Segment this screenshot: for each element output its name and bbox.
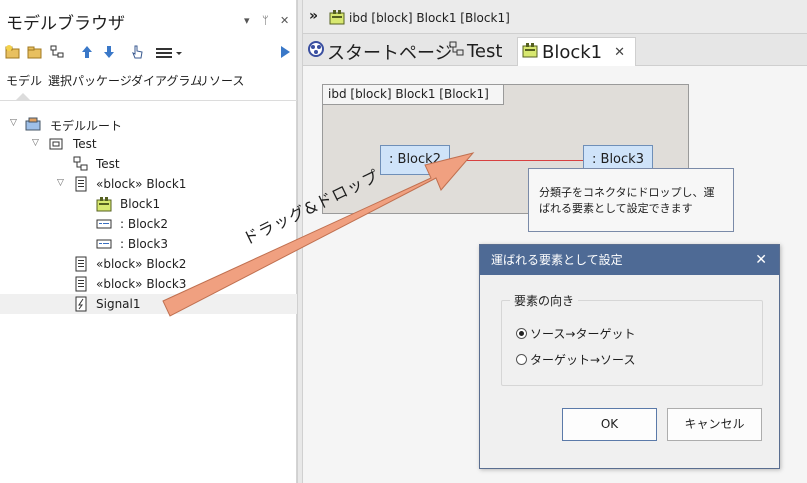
tree-item-label: モデルルート	[50, 119, 123, 133]
tab-label: Block1	[542, 42, 603, 63]
start-page-icon	[307, 40, 325, 63]
divider	[0, 100, 297, 101]
frame-label: ibd [block] Block1 [Block1]	[323, 85, 504, 105]
tree-item-block2[interactable]: «block» Block2	[0, 254, 297, 274]
package-icon	[48, 136, 64, 152]
browser-toolbar	[4, 42, 294, 64]
folder-icon[interactable]	[26, 42, 44, 62]
expand-toggle-icon[interactable]: ▽	[57, 178, 64, 188]
active-tab-indicator	[16, 93, 30, 100]
tab-block1[interactable]: Block1 ✕	[517, 37, 637, 67]
group-label: 要素の向き	[510, 292, 579, 309]
tab-diagram[interactable]: ダイアグラム	[131, 72, 202, 89]
block-icon	[73, 176, 89, 192]
tab-label: スタートページ	[327, 42, 453, 64]
radio-button[interactable]	[516, 353, 527, 365]
panel-title: モデルブラウザ	[6, 14, 125, 34]
locate-icon[interactable]	[128, 42, 146, 62]
tree-item-label: Block1	[120, 197, 161, 211]
close-icon[interactable]: ✕	[755, 245, 767, 275]
dialog-title: 運ばれる要素として設定	[480, 245, 779, 275]
tab-test[interactable]: Test	[449, 37, 502, 66]
tab-resources[interactable]: リソース	[197, 72, 244, 89]
tree-item-package[interactable]: ▽ Test	[0, 134, 297, 154]
tab-selected-package[interactable]: 選択パッケージ	[48, 72, 132, 89]
tab-label: Test	[467, 41, 503, 62]
document-path: ibd [block] Block1 [Block1]	[349, 11, 510, 25]
block-icon	[73, 256, 89, 272]
part-block2[interactable]: : Block2	[380, 145, 450, 175]
diagram-icon	[449, 41, 465, 62]
tree-item-diagram[interactable]: Test	[0, 154, 297, 174]
tab-start-page[interactable]: スタートページ	[307, 37, 453, 66]
tree-item-label: Test	[73, 137, 97, 151]
play-icon[interactable]	[276, 42, 294, 62]
expand-panel-icon[interactable]: »	[309, 8, 318, 24]
cancel-button[interactable]: キャンセル	[667, 408, 762, 441]
tree-item-model-root[interactable]: ▽ モデルルート	[0, 114, 297, 134]
tree-item-label: «block» Block2	[96, 257, 187, 271]
tab-model[interactable]: モデル	[6, 72, 42, 89]
radio-label: ソース→ターゲット	[530, 326, 636, 341]
radio-label: ターゲット→ソース	[530, 352, 636, 367]
tree-item-label: «block» Block1	[96, 177, 187, 191]
connector-line[interactable]	[450, 160, 583, 161]
signal-icon	[73, 296, 89, 312]
ok-button[interactable]: OK	[562, 408, 657, 441]
ibd-diagram-icon	[329, 9, 345, 28]
tree-item-label: Test	[96, 157, 120, 171]
set-conveyed-element-dialog: 運ばれる要素として設定 ✕ 要素の向き ソース→ターゲット ターゲット→ソース …	[479, 244, 780, 469]
block-icon	[73, 276, 89, 292]
menu-icon[interactable]	[152, 42, 186, 62]
tree-item-label: Signal1	[96, 297, 141, 311]
move-down-icon[interactable]	[100, 42, 118, 62]
expand-toggle-icon[interactable]: ▽	[32, 138, 39, 148]
ibd-diagram-icon	[522, 42, 538, 63]
tree-item-block1[interactable]: ▽ «block» Block1	[0, 174, 297, 194]
expand-toggle-icon[interactable]: ▽	[10, 118, 17, 128]
tree-item-label: : Block2	[120, 217, 168, 231]
radio-button[interactable]	[516, 327, 527, 339]
tree-item-label: : Block3	[120, 237, 168, 251]
tree-item-label: «block» Block3	[96, 277, 187, 291]
chevron-down-icon[interactable]: ▾	[244, 14, 250, 27]
part-icon	[96, 236, 112, 252]
diagram-icon	[73, 156, 89, 172]
tree-item-ibd[interactable]: Block1	[0, 194, 297, 214]
close-icon[interactable]: ✕	[280, 14, 289, 27]
hint-callout: 分類子をコネクタにドロップし、運ばれる要素として設定できます	[528, 168, 734, 232]
close-icon[interactable]: ✕	[614, 45, 625, 60]
new-package-icon[interactable]	[4, 42, 22, 62]
radio-target-to-source[interactable]: ターゲット→ソース	[516, 351, 635, 367]
direction-group: 要素の向き ソース→ターゲット ターゲット→ソース	[501, 292, 763, 386]
ibd-diagram-icon	[96, 196, 112, 212]
document-tabbar: スタートページ Test Block1 ✕	[303, 34, 807, 67]
part-icon	[96, 216, 112, 232]
tree-item-signal1[interactable]: Signal1	[0, 294, 297, 314]
model-root-icon	[25, 116, 41, 132]
pin-icon[interactable]: ᛘ	[262, 14, 269, 27]
document-header: » ibd [block] Block1 [Block1]	[303, 0, 807, 34]
radio-source-to-target[interactable]: ソース→ターゲット	[516, 325, 635, 341]
browser-tabs: モデル 選択パッケージ ダイアグラム リソース	[0, 72, 297, 94]
new-diagram-icon[interactable]	[48, 42, 66, 62]
tree-item-block3[interactable]: «block» Block3	[0, 274, 297, 294]
move-up-icon[interactable]	[78, 42, 96, 62]
